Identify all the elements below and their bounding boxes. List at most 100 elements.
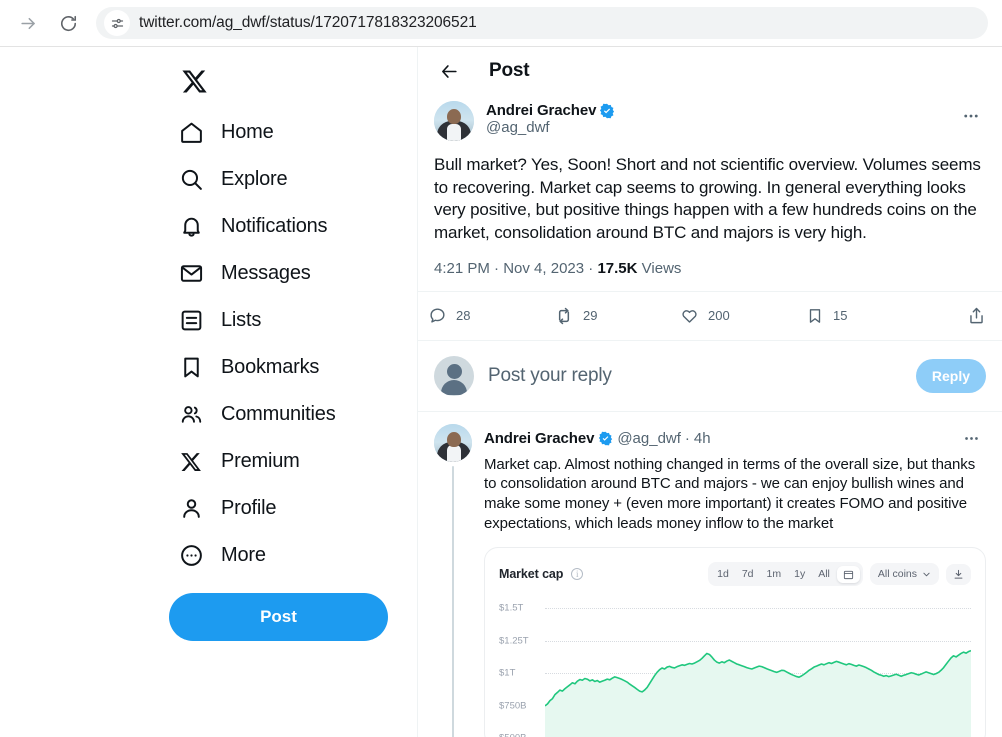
bookmark-icon <box>178 355 204 381</box>
views-count: 17.5K <box>597 259 638 277</box>
y-axis-tick-label: $1T <box>499 667 516 679</box>
sidebar-item-bookmarks[interactable]: Bookmarks <box>168 344 333 391</box>
coins-filter-dropdown[interactable]: All coins <box>869 563 939 586</box>
range-tab-7d[interactable]: 7d <box>736 565 760 583</box>
author-name-row: Andrei Grachev <box>486 102 944 119</box>
reply-tweet: Andrei Grachev @ag_dwf · 4h Market cap. … <box>418 412 1002 737</box>
thread-column <box>434 423 472 737</box>
market-cap-chart-card[interactable]: Market cap i 1d 7d 1m 1y All All coins $… <box>484 547 986 737</box>
reply-action[interactable]: 28 <box>428 306 554 325</box>
comment-icon <box>430 308 445 323</box>
sidebar-item-label: Home <box>221 121 274 143</box>
tweet-time: 4:21 PM <box>434 259 490 277</box>
sidebar-item-lists[interactable]: Lists <box>168 297 275 344</box>
sidebar-item-communities[interactable]: Communities <box>168 391 350 438</box>
sidebar-item-messages[interactable]: Messages <box>168 250 325 297</box>
y-axis-tick-label: $1.5T <box>499 602 524 614</box>
sidebar-item-label: Profile <box>221 497 277 519</box>
heart-icon <box>682 310 697 324</box>
back-button[interactable] <box>435 57 463 85</box>
chart-plot-area: $1.5T $1.25T $1T $750B $500B <box>499 592 971 737</box>
page-header: Post <box>418 47 1002 95</box>
like-action[interactable]: 200 <box>680 306 806 325</box>
communities-icon <box>178 402 204 428</box>
arrow-forward-icon <box>20 17 35 29</box>
person-icon <box>178 496 204 522</box>
forward-button[interactable] <box>14 9 42 37</box>
reload-button[interactable] <box>54 9 82 37</box>
default-avatar <box>434 355 474 396</box>
focal-tweet: Andrei Grachev @ag_dwf Bull market? Yes,… <box>418 95 1002 291</box>
sidebar-item-notifications[interactable]: Notifications <box>168 203 341 250</box>
reply-submit-button[interactable]: Reply <box>915 358 986 393</box>
like-count: 200 <box>708 308 730 324</box>
bookmark-action[interactable]: 15 <box>806 307 932 325</box>
tweet-more-button[interactable] <box>956 101 986 131</box>
range-tab-1d[interactable]: 1d <box>711 565 735 583</box>
download-button[interactable] <box>946 563 971 585</box>
sidebar-item-label: Premium <box>221 450 300 472</box>
sidebar-item-label: Communities <box>221 403 336 425</box>
y-axis-tick-label: $1.25T <box>499 635 529 647</box>
primary-sidebar: Home Explore Notifications Messages List… <box>0 47 418 737</box>
author-meta: Andrei Grachev @ag_dwf <box>486 101 944 136</box>
views-label: Views <box>641 259 682 277</box>
more-horizontal-icon <box>964 114 978 118</box>
chart-title: Market cap <box>499 567 564 582</box>
list-icon <box>178 308 204 334</box>
bookmark-count: 15 <box>833 308 848 324</box>
more-circle-icon <box>178 543 204 569</box>
share-action[interactable] <box>967 306 986 325</box>
tweet-date: Nov 4, 2023 <box>503 259 585 277</box>
calendar-range-tab[interactable] <box>836 565 860 583</box>
sidebar-item-profile[interactable]: Profile <box>168 485 290 532</box>
bell-icon <box>178 214 204 240</box>
thread-connector <box>452 465 454 737</box>
reply-body: Andrei Grachev @ag_dwf · 4h Market cap. … <box>484 424 986 737</box>
repost-icon <box>558 307 570 325</box>
chart-header: Market cap i 1d 7d 1m 1y All All coins <box>485 548 985 590</box>
url-text: twitter.com/ag_dwf/status/17207178183232… <box>139 14 477 31</box>
site-settings-icon[interactable] <box>104 10 130 36</box>
page-title: Post <box>489 60 530 81</box>
range-tab-1m[interactable]: 1m <box>761 565 788 583</box>
range-tab-all[interactable]: All <box>812 565 836 583</box>
range-tab-1y[interactable]: 1y <box>788 565 811 583</box>
verified-badge-icon <box>600 103 615 118</box>
address-bar[interactable]: twitter.com/ag_dwf/status/17207178183232… <box>96 7 988 39</box>
range-tab-group: 1d 7d 1m 1y All <box>708 562 863 587</box>
sidebar-item-label: Lists <box>221 309 262 331</box>
reply-more-button[interactable] <box>956 424 986 454</box>
browser-toolbar: twitter.com/ag_dwf/status/17207178183232… <box>0 0 1002 47</box>
avatar[interactable] <box>434 423 472 462</box>
repost-action[interactable]: 29 <box>554 306 680 326</box>
tweet-author-row: Andrei Grachev @ag_dwf <box>434 101 986 141</box>
info-icon[interactable]: i <box>571 568 584 581</box>
sidebar-item-premium[interactable]: Premium <box>168 438 314 485</box>
y-axis-tick-label: $750B <box>499 700 527 712</box>
author-name[interactable]: Andrei Grachev <box>486 102 596 119</box>
y-axis-tick-label: $500B <box>499 733 526 737</box>
post-button[interactable]: Post <box>169 593 388 641</box>
sidebar-item-explore[interactable]: Explore <box>168 156 301 203</box>
verified-badge-icon <box>599 432 613 446</box>
avatar[interactable] <box>434 101 474 141</box>
repost-count: 29 <box>583 308 598 324</box>
reply-author-name[interactable]: Andrei Grachev <box>484 430 594 447</box>
x-icon <box>178 449 204 475</box>
reply-input[interactable]: Post your reply <box>488 365 902 387</box>
calendar-icon <box>843 570 853 579</box>
sidebar-item-label: Messages <box>221 262 311 284</box>
reply-composer: Post your reply Reply <box>418 341 1002 411</box>
reload-icon <box>60 15 76 31</box>
home-icon <box>178 120 204 146</box>
reply-separator: · <box>684 430 690 448</box>
sidebar-item-label: Explore <box>221 168 288 190</box>
sidebar-item-home[interactable]: Home <box>168 109 288 156</box>
download-icon <box>954 569 963 579</box>
sidebar-item-label: Bookmarks <box>221 356 320 378</box>
author-handle: @ag_dwf <box>486 119 550 136</box>
search-icon <box>178 167 204 193</box>
sidebar-item-more[interactable]: More <box>168 532 280 579</box>
x-logo[interactable] <box>168 55 220 107</box>
